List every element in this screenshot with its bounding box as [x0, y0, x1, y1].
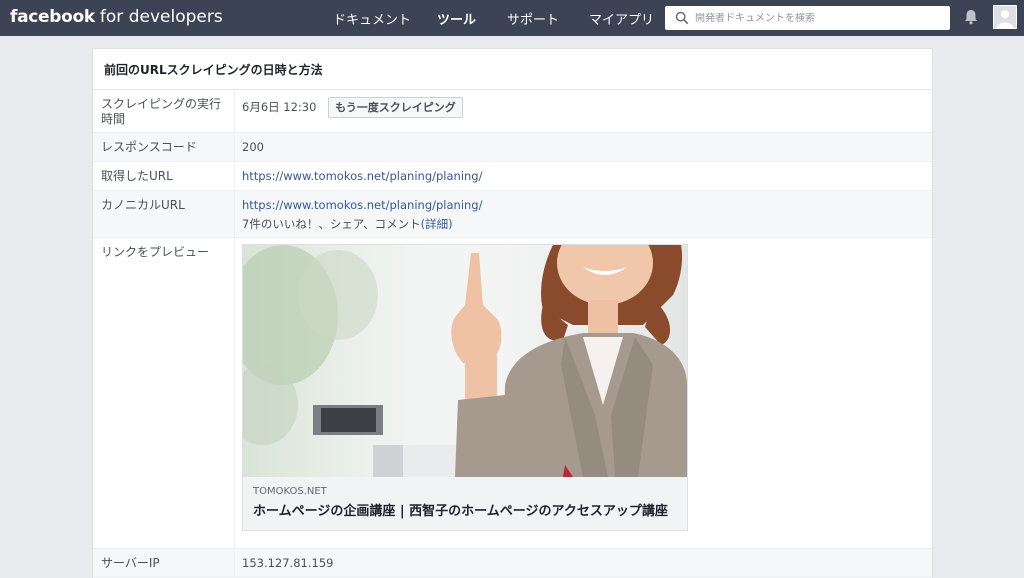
- preview-title: ホームページの企画講座 | 西智子のホームページのアクセスアップ講座: [253, 504, 668, 519]
- value-cell: https://www.tomokos.net/planing/planing/…: [235, 191, 932, 237]
- scrape-info-card: 前回のURLスクレイピングの日時と方法 スクレイピングの実行時間 6月6日 12…: [92, 48, 933, 578]
- logo-facebook-text: facebook: [10, 7, 95, 27]
- value-cell: 6月6日 12:30 もう一度スクレイピング: [235, 90, 932, 132]
- search-icon: [675, 11, 689, 25]
- label-link-preview: リンクをプレビュー: [93, 238, 235, 548]
- canonical-url-link[interactable]: https://www.tomokos.net/planing/planing/: [242, 198, 482, 212]
- facebook-for-developers-logo[interactable]: facebook for developers: [10, 7, 223, 27]
- top-navigation-bar: facebook for developers ドキュメント ツール サポート マ…: [0, 0, 1024, 36]
- nav-my-apps[interactable]: マイアプリ: [589, 9, 654, 28]
- logo-developers-text: for developers: [99, 7, 223, 27]
- notifications-bell-icon[interactable]: [962, 8, 980, 26]
- scrape-again-button[interactable]: もう一度スクレイピング: [328, 97, 463, 118]
- preview-caption: TOMOKOS.NET ホームページの企画講座 | 西智子のホームページのアクセ…: [243, 477, 687, 530]
- label-canonical-url: カノニカルURL: [93, 191, 235, 237]
- nav-support[interactable]: サポート: [507, 9, 559, 28]
- search-input[interactable]: [695, 12, 945, 24]
- user-avatar[interactable]: [993, 5, 1017, 29]
- engagement-details-link[interactable]: (詳細): [421, 217, 453, 231]
- row-fetched-url: 取得したURL https://www.tomokos.net/planing/…: [93, 162, 932, 191]
- preview-domain: TOMOKOS.NET: [253, 486, 327, 497]
- response-code-value: 200: [242, 140, 264, 154]
- nav-documentation[interactable]: ドキュメント: [333, 9, 411, 28]
- label-response-code: レスポンスコード: [93, 133, 235, 161]
- row-link-preview: リンクをプレビュー TOMOKOS.NET ホームページの企画講座 | 西智子の…: [93, 238, 932, 549]
- search-box[interactable]: [665, 6, 950, 30]
- row-server-ip: サーバーIP 153.127.81.159: [93, 549, 932, 578]
- value-cell: https://www.tomokos.net/planing/planing/: [235, 162, 932, 190]
- value-cell: TOMOKOS.NET ホームページの企画講座 | 西智子のホームページのアクセ…: [235, 238, 932, 548]
- engagement-count: 7件のいいね！、シェア、コメント: [242, 217, 421, 231]
- fetched-url-link[interactable]: https://www.tomokos.net/planing/planing/: [242, 169, 482, 183]
- preview-image: [243, 245, 687, 477]
- row-scrape-time: スクレイピングの実行時間 6月6日 12:30 もう一度スクレイピング: [93, 90, 932, 133]
- label-scrape-time: スクレイピングの実行時間: [93, 90, 235, 132]
- link-preview-card[interactable]: TOMOKOS.NET ホームページの企画講座 | 西智子のホームページのアクセ…: [242, 244, 688, 531]
- row-canonical-url: カノニカルURL https://www.tomokos.net/planing…: [93, 191, 932, 238]
- default-avatar-icon: [994, 6, 1016, 28]
- card-title: 前回のURLスクレイピングの日時と方法: [93, 49, 932, 90]
- scrape-time-value: 6月6日 12:30: [242, 100, 317, 114]
- label-server-ip: サーバーIP: [93, 549, 235, 577]
- label-fetched-url: 取得したURL: [93, 162, 235, 190]
- nav-tools[interactable]: ツール: [437, 9, 476, 28]
- row-response-code: レスポンスコード 200: [93, 133, 932, 162]
- server-ip-value: 153.127.81.159: [242, 556, 334, 570]
